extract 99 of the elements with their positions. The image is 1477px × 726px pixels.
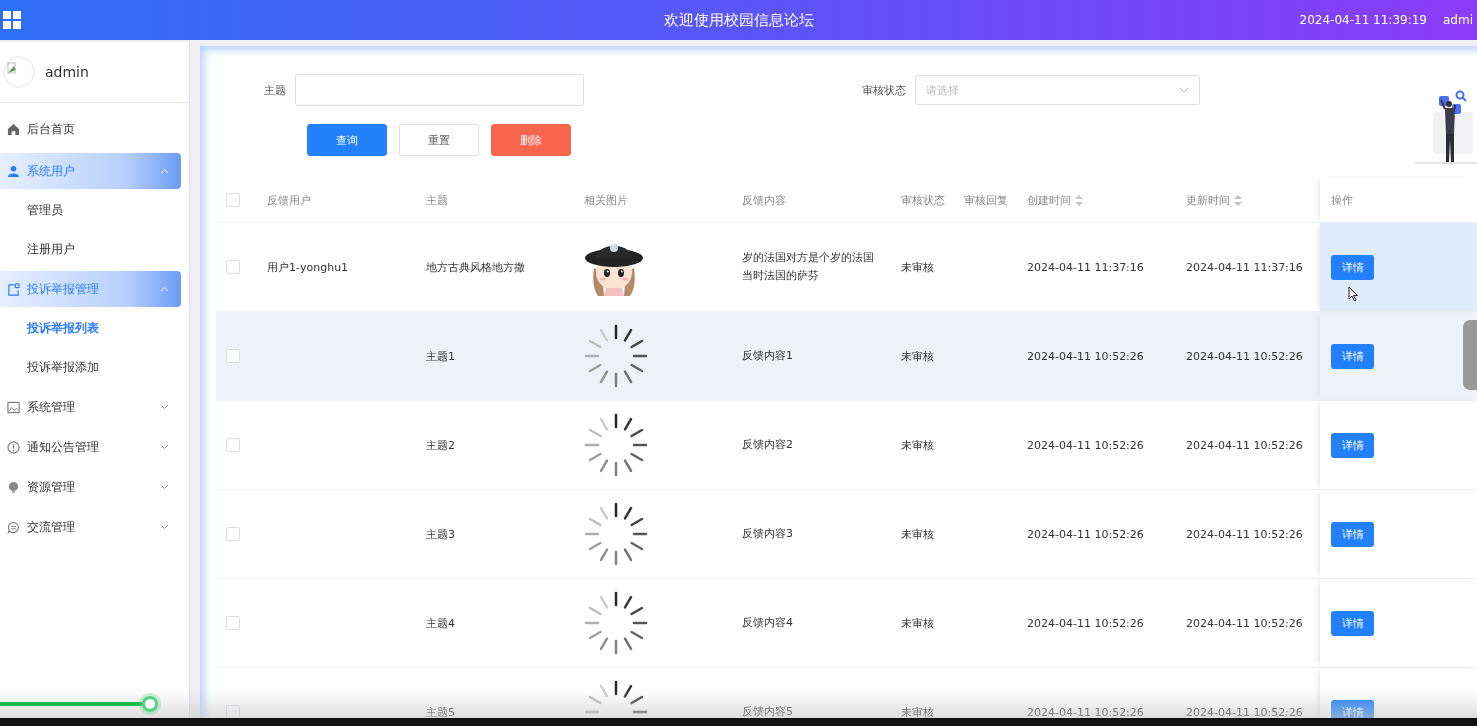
row-checkbox[interactable] [226,349,240,363]
row-checkbox[interactable] [226,616,240,630]
column-header: 相关图片 [584,192,628,208]
table-cell-text: 反馈内容3 [742,526,794,542]
table-cell-text: 岁的法国对方是个岁的法国当时法国的萨芬 [742,250,875,284]
column-header[interactable]: 更新时间 [1186,192,1242,208]
table-cell: 地方古典风格地方撒 [426,259,525,275]
table-cell: 2024-04-11 10:52:26 [1027,527,1144,541]
column-header: 操作 [1331,192,1353,208]
row-checkbox[interactable] [226,438,240,452]
table-cell: 主题5 [426,704,455,718]
chevron-down-icon [160,524,169,530]
chevron-down-icon [1179,87,1189,93]
table-cell: 主题2 [426,437,455,453]
select-all-checkbox[interactable] [226,193,240,207]
chevron-up-icon [160,168,169,174]
row-checkbox[interactable] [226,705,240,718]
table-cell: 未审核 [901,437,934,453]
table-cell: 2024-04-11 11:37:16 [1027,260,1144,274]
table-cell: 未审核 [901,526,934,542]
loading-spinner-icon [584,413,648,477]
chevron-down-icon [160,404,169,410]
column-header: 主题 [426,192,448,208]
scrollbar[interactable] [1463,320,1477,390]
table-cell: 主题1 [426,348,455,364]
table-cell: 2024-04-11 10:52:26 [1186,527,1303,541]
column-header[interactable]: 创建时间 [1027,192,1083,208]
column-header: 反馈内容 [742,192,786,208]
field-label: 审核状态 [862,82,906,98]
table-cell: 2024-04-11 10:52:26 [1027,705,1144,718]
menu-item[interactable]: 投诉举报管理 [0,271,181,307]
user-icon [7,164,20,178]
table-cell: 用户1-yonghu1 [267,259,349,275]
table-cell: 2024-04-11 10:52:26 [1027,438,1144,452]
row-checkbox[interactable] [226,527,240,541]
field-label: 主题 [264,82,286,98]
chevron-down-icon [160,484,169,490]
loading-spinner-icon [584,502,648,566]
table-cell: 未审核 [901,704,934,718]
table-cell-text: 反馈内容5 [742,704,794,718]
menu-item[interactable]: 交流管理 [0,509,181,545]
reset-button[interactable]: 重置 [399,124,479,156]
details-button[interactable]: 详情 [1331,254,1374,280]
user-name[interactable]: admi [1443,13,1473,27]
table-cell: 2024-04-11 11:37:16 [1186,260,1303,274]
table-cell-text: 反馈内容1 [742,348,794,364]
chat-icon [7,520,20,534]
table-cell: 未审核 [901,348,934,364]
table-cell: 主题3 [426,526,455,542]
details-button[interactable]: 详情 [1331,521,1374,547]
row-checkbox[interactable] [226,260,240,274]
table-cell: 2024-04-11 10:52:26 [1027,616,1144,630]
table-cell-text: 反馈内容4 [742,615,794,631]
current-datetime: 2024-04-11 11:39:19 [1299,13,1427,27]
table-cell: 主题4 [426,615,455,631]
chevron-down-icon [160,444,169,450]
loading-spinner-icon [584,591,648,655]
table-cell: 2024-04-11 10:52:26 [1186,349,1303,363]
details-button[interactable]: 详情 [1331,699,1374,718]
table-cell-text: 反馈内容2 [742,437,794,453]
submenu-item[interactable]: 注册用户 [0,230,189,269]
grid-menu-icon[interactable] [2,10,22,30]
menu-item[interactable]: 资源管理 [0,469,181,505]
table-cell: 未审核 [901,259,934,275]
loading-spinner-icon [584,324,648,388]
table-cell: 2024-04-11 10:52:26 [1186,616,1303,630]
bulb-icon [7,480,20,494]
menu-item[interactable]: 后台首页 [0,109,181,149]
table-cell: 2024-04-11 10:52:26 [1186,438,1303,452]
clipboard-icon [7,282,20,296]
menu-item[interactable]: 系统管理 [0,389,181,425]
details-button[interactable]: 详情 [1331,343,1374,369]
submenu-item[interactable]: 投诉举报列表 [0,309,189,348]
submenu-item[interactable]: 管理员 [0,191,189,230]
column-header: 反馈用户 [267,192,311,208]
sidebar-username: admin [45,64,89,80]
details-button[interactable]: 详情 [1331,610,1374,636]
mouse-cursor-icon [1348,286,1359,302]
menu-item[interactable]: 通知公告管理 [0,429,181,465]
site-title: 欢迎使用校园信息论坛 [663,10,814,29]
home-icon [7,122,20,136]
submenu-item[interactable]: 投诉举报添加 [0,348,189,387]
avatar-icon [3,56,35,88]
status-select[interactable]: 请选择 [915,75,1200,105]
search-button[interactable]: 查询 [307,124,387,156]
column-header: 审核状态 [901,192,945,208]
table-cell: 2024-04-11 10:52:26 [1186,705,1303,718]
column-header: 审核回复 [964,192,1008,208]
sort-icon[interactable] [1075,194,1083,206]
info-icon [7,440,20,454]
table-cell: 未审核 [901,615,934,631]
menu-item[interactable]: 系统用户 [0,153,181,189]
chevron-up-icon [160,286,169,292]
delete-button[interactable]: 删除 [491,124,571,156]
details-button[interactable]: 详情 [1331,432,1374,458]
topic-input[interactable] [295,74,584,106]
table-cell: 2024-04-11 10:52:26 [1027,349,1144,363]
picture-icon [7,400,20,414]
sort-icon[interactable] [1234,194,1242,206]
